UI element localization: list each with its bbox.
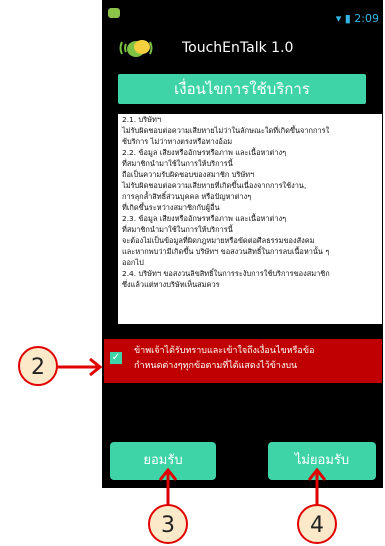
terms-line: 2.3. ข้อมูล เสียงหรืออักษรหรือภาพ และเนื… [122, 214, 287, 223]
callout-4: 4 [297, 504, 337, 544]
callout-2: 2 [18, 346, 58, 386]
agree-row[interactable]: ✓ ข้าพเจ้าได้รับทราบและเข้าใจถึงเงื่อนไข… [104, 339, 382, 383]
terms-line: ที่สมาชิกนำมาใช้ในการให้บริการนี้ [122, 225, 233, 234]
app-title: TouchEnTalk 1.0 [182, 40, 294, 56]
agree-label-line1: ข้าพเจ้าได้รับทราบและเข้าใจถึงเงื่อนไขหร… [134, 346, 315, 356]
agree-label: ข้าพเจ้าได้รับทราบและเข้าใจถึงเงื่อนไขหร… [134, 344, 314, 374]
agree-checkbox[interactable]: ✓ [110, 352, 122, 364]
terms-line: ออกไป [122, 258, 144, 267]
terms-line: ช้บริการ ไม่ว่าทางตรงหรือทางอ้อม [122, 137, 233, 146]
android-notification-icon [108, 8, 120, 18]
terms-text[interactable]: 2.1. บริษัทฯไม่รับผิดชอบต่อความเสียหายไม… [118, 114, 382, 324]
terms-line: การลุกล้ำสิทธิ์ส่วนบุคคล หรือปัญหาต่างๆ [122, 192, 252, 201]
arrow-up-icon [158, 468, 178, 506]
status-right: ▾ ▮ 2:09 [336, 12, 379, 25]
terms-line: ไม่รับผิดชอบต่อความเสียหายที่เกิดขึ้นเนื… [122, 181, 307, 190]
arrow-right-icon [58, 357, 103, 377]
terms-banner: เงื่อนไขการใช้บริการ [118, 74, 366, 104]
battery-icon: ▮ [344, 12, 351, 25]
terms-line: 2.2. ข้อมูล เสียงหรืออักษรหรือภาพ และเนื… [122, 148, 287, 157]
terms-line: ไม่รับผิดชอบต่อความเสียหายไม่ว่าในลักษณะ… [122, 126, 330, 135]
app-logo-icon [119, 40, 153, 57]
status-bar: ▾ ▮ 2:09 [102, 0, 383, 30]
wifi-icon: ▾ [335, 12, 342, 25]
terms-line: ที่เกิดขึ้นระหว่างสมาชิกกับผู้อื่น [122, 203, 220, 212]
terms-line: และหากพบว่ามีเกิดขึ้น บริษัทฯ ขอสงวนสิทธ… [122, 247, 330, 256]
terms-line: จะต้องไม่เป็นข้อมูลที่ผิดกฎหมายหรือขัดต่… [122, 236, 315, 245]
terms-line: 2.1. บริษัทฯ [122, 115, 162, 124]
terms-line: ถือเป็นความรับผิดชอบของสมาชิก บริษัทฯ [122, 170, 255, 179]
callout-3: 3 [148, 504, 188, 544]
terms-line: ที่สมาชิกนำมาใช้ในการให้บริการนี้ [122, 159, 233, 168]
arrow-up-icon [307, 468, 327, 506]
phone-screen: ▾ ▮ 2:09 TouchEnTalk 1.0 เงื่อนไขการใช้บ… [102, 0, 383, 488]
terms-line: 2.4. บริษัทฯ ขอสงวนลิขสิทธิ์ในการระงับกา… [122, 269, 330, 278]
terms-line: ซึ่งแล้วแต่ทางบริษัทเห็นสมควร [122, 280, 220, 289]
agree-label-line2: กำหนดต่างๆทุกข้อตามที่ได้แสดงไว้ข้างบน [134, 361, 298, 371]
app-bar: TouchEnTalk 1.0 [102, 30, 383, 70]
status-time: 2:09 [354, 12, 379, 25]
